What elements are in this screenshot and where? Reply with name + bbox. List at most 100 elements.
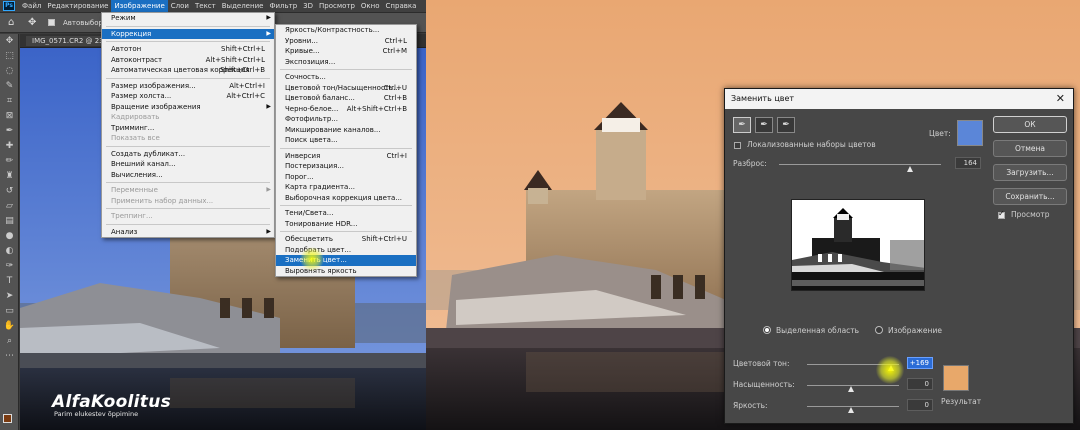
pen-tool-icon[interactable]: ✑: [0, 259, 19, 274]
menu-3d[interactable]: 3D: [300, 0, 316, 13]
correction-menu-item[interactable]: Яркость/Контрастность...: [276, 25, 416, 36]
path-select-icon[interactable]: ➤: [0, 289, 19, 304]
radio-image[interactable]: [875, 326, 883, 334]
load-button[interactable]: Загрузить...: [993, 164, 1067, 181]
hand-tool-icon[interactable]: ✋: [0, 319, 19, 334]
frame-tool-icon[interactable]: ⊠: [0, 109, 19, 124]
quick-select-tool-icon[interactable]: ✎: [0, 79, 19, 94]
menu-edit[interactable]: Редактирование: [44, 0, 111, 13]
correction-menu-item[interactable]: Микширование каналов...: [276, 125, 416, 136]
correction-menu-item[interactable]: Кривые... Ctrl+M: [276, 46, 416, 57]
menu-file[interactable]: Файл: [19, 0, 44, 13]
correction-menu-item[interactable]: Поиск цвета...: [276, 135, 416, 146]
home-icon[interactable]: ⌂: [8, 17, 20, 29]
image-menu-item[interactable]: Автоматическая цветовая коррекция Shift+C…: [102, 65, 274, 76]
lightness-input[interactable]: 0: [907, 399, 933, 411]
correction-menu-item[interactable]: Подобрать цвет...: [276, 245, 416, 256]
image-menu-item[interactable]: Автотон Shift+Ctrl+L: [102, 44, 274, 55]
image-menu-item[interactable]: Размер холста... Alt+Ctrl+C: [102, 91, 274, 102]
marquee-tool-icon[interactable]: ⬚: [0, 49, 19, 64]
menu-item-shortcut: Alt+Shift+Ctrl+B: [346, 104, 407, 113]
correction-menu-item[interactable]: Постеризация...: [276, 161, 416, 172]
menu-image[interactable]: Изображение: [111, 0, 168, 13]
radio-selection[interactable]: [763, 326, 771, 334]
menu-view[interactable]: Просмотр: [316, 0, 358, 13]
image-menu-item[interactable]: Создать дубликат...: [102, 149, 274, 160]
autoselect-checkbox[interactable]: [48, 19, 55, 26]
fuzziness-slider[interactable]: [779, 164, 941, 165]
foreground-color-swatch[interactable]: [3, 414, 12, 423]
menu-type[interactable]: Текст: [192, 0, 219, 13]
menu-help[interactable]: Справка: [383, 0, 420, 13]
localized-clusters-checkbox[interactable]: [734, 142, 741, 149]
correction-menu-item[interactable]: Инверсия Ctrl+I: [276, 151, 416, 162]
correction-menu-item[interactable]: Заменить цвет...: [276, 255, 416, 266]
selected-color-swatch[interactable]: [957, 120, 983, 146]
lasso-tool-icon[interactable]: ◌: [0, 64, 19, 79]
correction-menu-item[interactable]: Тени/Света...: [276, 208, 416, 219]
saturation-input[interactable]: 0: [907, 378, 933, 390]
correction-menu-item[interactable]: Сочность...: [276, 72, 416, 83]
crop-tool-icon[interactable]: ⌗: [0, 94, 19, 109]
fuzziness-thumb[interactable]: [907, 166, 913, 172]
correction-menu-item[interactable]: Порог...: [276, 172, 416, 183]
fuzziness-input[interactable]: 164: [955, 157, 981, 169]
image-menu-item[interactable]: Режим ▶: [102, 13, 274, 24]
correction-menu-item[interactable]: Уровни... Ctrl+L: [276, 36, 416, 47]
image-menu-item[interactable]: Вращение изображения ▶: [102, 102, 274, 113]
preview-checkbox[interactable]: [998, 209, 1005, 219]
hue-input[interactable]: +169: [907, 357, 933, 369]
gradient-tool-icon[interactable]: ▤: [0, 214, 19, 229]
correction-menu-item[interactable]: Экспозиция...: [276, 57, 416, 68]
image-menu-item: Показать все: [102, 133, 274, 144]
menu-item-label: Постеризация...: [285, 162, 344, 170]
ok-button[interactable]: ОК: [993, 116, 1067, 133]
eraser-tool-icon[interactable]: ▱: [0, 199, 19, 214]
image-menu-item[interactable]: Вычисления...: [102, 170, 274, 181]
menu-select[interactable]: Выделение: [219, 0, 267, 13]
correction-menu-item[interactable]: Тонирование HDR...: [276, 219, 416, 230]
move-tool-icon[interactable]: ✥: [0, 34, 19, 49]
correction-menu-item[interactable]: Обесцветить Shift+Ctrl+U: [276, 234, 416, 245]
menu-filter[interactable]: Фильтр: [266, 0, 300, 13]
hue-thumb[interactable]: [888, 365, 894, 371]
image-menu-item[interactable]: Тримминг...: [102, 123, 274, 134]
correction-menu-item[interactable]: Карта градиента...: [276, 182, 416, 193]
hue-slider[interactable]: [807, 364, 899, 365]
zoom-tool-icon[interactable]: ⌕: [0, 334, 19, 349]
image-menu-item[interactable]: Коррекция ▶: [102, 28, 274, 39]
correction-menu-item[interactable]: Цветовой баланс... Ctrl+B: [276, 93, 416, 104]
more-tools-icon[interactable]: ⋯: [0, 349, 19, 364]
menu-layers[interactable]: Слои: [168, 0, 192, 13]
image-menu-item[interactable]: Внешний канал...: [102, 159, 274, 170]
history-brush-icon[interactable]: ↺: [0, 184, 19, 199]
correction-menu-item[interactable]: Фотофильтр...: [276, 114, 416, 125]
correction-menu-item[interactable]: Выровнять яркость: [276, 266, 416, 277]
image-menu-item[interactable]: Автоконтраст Alt+Shift+Ctrl+L: [102, 55, 274, 66]
lightness-thumb[interactable]: [848, 407, 854, 413]
blur-tool-icon[interactable]: ●: [0, 229, 19, 244]
eyedropper-minus-icon[interactable]: ✒: [777, 117, 795, 133]
eyedropper-plus-icon[interactable]: ✒: [755, 117, 773, 133]
menu-window[interactable]: Окно: [358, 0, 383, 13]
image-menu-item[interactable]: Размер изображения... Alt+Ctrl+I: [102, 81, 274, 92]
correction-menu-item[interactable]: Выборочная коррекция цвета...: [276, 193, 416, 204]
eyedropper-icon[interactable]: ✒: [733, 117, 751, 133]
correction-menu-item[interactable]: Цветовой тон/Насыщенность... Ctrl+U: [276, 83, 416, 94]
save-button[interactable]: Сохранить...: [993, 188, 1067, 205]
type-tool-icon[interactable]: T: [0, 274, 19, 289]
close-icon[interactable]: ✕: [1056, 89, 1065, 109]
cancel-button[interactable]: Отмена: [993, 140, 1067, 157]
result-color-swatch[interactable]: [943, 365, 969, 391]
eyedropper-tool-icon[interactable]: ✒: [0, 124, 19, 139]
logo-title: AlfaKoolitus: [52, 392, 172, 412]
move-tool-icon[interactable]: ✥: [28, 17, 40, 29]
stamp-tool-icon[interactable]: ♜: [0, 169, 19, 184]
correction-menu-item[interactable]: Черно-белое... Alt+Shift+Ctrl+B: [276, 104, 416, 115]
shape-tool-icon[interactable]: ▭: [0, 304, 19, 319]
brush-tool-icon[interactable]: ✏: [0, 154, 19, 169]
image-menu-item[interactable]: Анализ ▶: [102, 227, 274, 238]
healing-brush-icon[interactable]: ✚: [0, 139, 19, 154]
dodge-tool-icon[interactable]: ◐: [0, 244, 19, 259]
saturation-thumb[interactable]: [848, 386, 854, 392]
